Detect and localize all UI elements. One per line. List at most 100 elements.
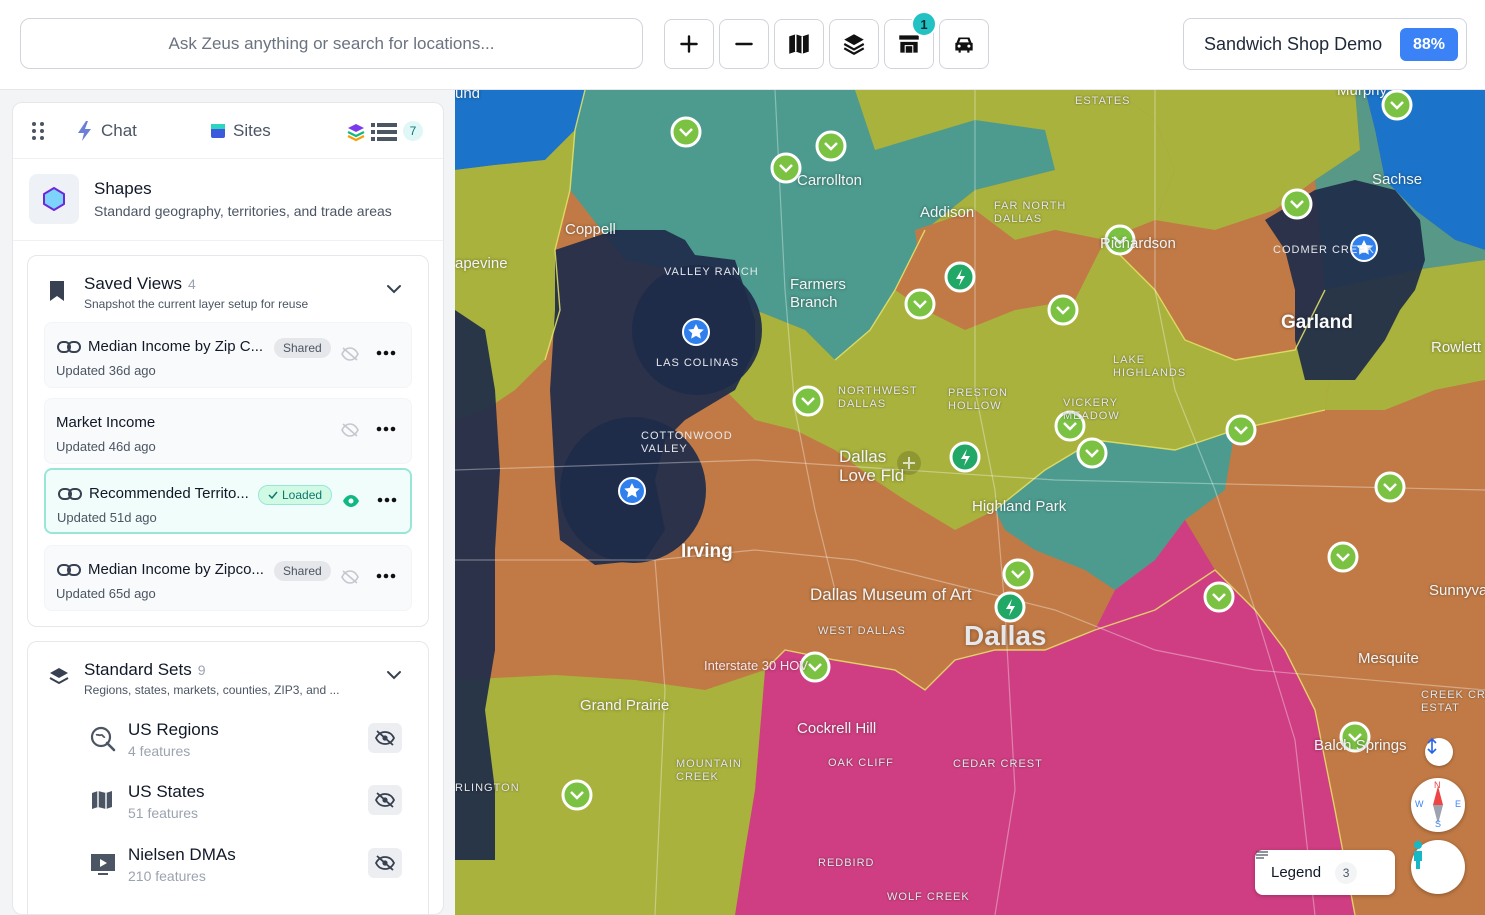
map-label: ESTATES [1075, 95, 1131, 107]
compass-button[interactable]: N S W E [1411, 778, 1465, 832]
stack-icon [49, 668, 69, 685]
list-icon[interactable] [371, 123, 397, 141]
map-label: und [455, 90, 481, 102]
map-canvas[interactable]: und ESTATES Murphy Carrollton Coppell Ad… [455, 90, 1485, 915]
compass-north: N [1434, 780, 1441, 790]
shapes-header: Shapes Standard geography, territories, … [13, 159, 443, 241]
visibility-toggle[interactable] [368, 723, 402, 753]
vertical-arrows-icon [1427, 738, 1437, 754]
eye-off-icon[interactable] [341, 570, 359, 584]
legend-label: Legend [1271, 864, 1322, 881]
saved-view-item[interactable]: Median Income by Zipco... Shared Updated… [44, 545, 412, 611]
saved-view-item[interactable]: Median Income by Zip C... Shared Updated… [44, 322, 412, 388]
map-label: VICKERY MEADOW [1063, 397, 1120, 422]
layers-icon [843, 34, 865, 55]
plus-icon [680, 35, 698, 53]
sites-icon [211, 124, 225, 138]
standard-set-count: 51 features [128, 805, 199, 821]
panel-card: Chat Sites 7 Shapes Standard geography, … [12, 102, 444, 915]
saved-view-title: Median Income by Zipco... [88, 561, 264, 578]
zoom-in-button[interactable] [664, 19, 714, 69]
standard-set-item[interactable]: US Regions 4 features [28, 714, 428, 764]
search-input[interactable] [20, 18, 643, 69]
colored-layers-icon[interactable] [346, 122, 366, 142]
standard-sets-count: 9 [197, 662, 206, 678]
tv-play-icon [91, 854, 115, 875]
pitch-reset-button[interactable] [1425, 738, 1453, 766]
stores-button[interactable]: 1 [884, 11, 937, 69]
map-label: PRESTON HOLLOW [948, 387, 1008, 412]
more-options-icon[interactable] [376, 573, 396, 579]
map-icon [92, 791, 112, 809]
eye-off-icon[interactable] [341, 423, 359, 437]
map-label: NORTHWEST DALLAS [838, 385, 918, 410]
project-name: Sandwich Shop Demo [1204, 33, 1383, 54]
saved-view-updated: Updated 46d ago [56, 439, 156, 454]
map-label: Dallas [964, 620, 1047, 651]
eye-off-icon [375, 730, 395, 746]
visibility-toggle[interactable] [368, 848, 402, 878]
map-label: MOUNTAIN CREEK [676, 758, 742, 783]
drive-time-button[interactable] [939, 19, 989, 69]
more-options-icon[interactable] [376, 350, 396, 356]
saved-views-section: Saved Views 4 Snapshot the current layer … [27, 255, 429, 627]
project-score-badge: 88% [1400, 28, 1458, 61]
map-label: apevine [455, 255, 508, 272]
compass-south: S [1435, 819, 1442, 829]
map-label: Grand Prairie [580, 697, 670, 714]
side-panel: Chat Sites 7 Shapes Standard geography, … [0, 90, 455, 915]
shapes-icon-box [29, 174, 79, 224]
chevron-down-icon[interactable] [386, 284, 402, 294]
tab-sites[interactable]: Sites [209, 119, 271, 143]
chevron-down-icon[interactable] [386, 670, 402, 680]
check-icon [268, 491, 278, 499]
visibility-toggle[interactable] [368, 785, 402, 815]
map-icon [789, 34, 809, 54]
map-label: Sunnyva [1429, 582, 1485, 599]
saved-view-updated: Updated 65d ago [56, 586, 156, 601]
eye-icon[interactable] [342, 494, 360, 508]
street-view-button[interactable] [1411, 840, 1465, 894]
more-options-icon[interactable] [376, 426, 396, 432]
map-label: FAR NORTH DALLAS [994, 200, 1067, 225]
tab-chat[interactable]: Chat [75, 119, 137, 143]
map-label: CODMER CREEK [1273, 244, 1375, 256]
zoom-out-button[interactable] [719, 19, 769, 69]
panel-tabs: Chat Sites 7 [13, 103, 443, 159]
tab-sites-label: Sites [233, 121, 271, 140]
basemap-button[interactable] [774, 19, 824, 69]
project-selector[interactable]: Sandwich Shop Demo 88% [1183, 18, 1467, 70]
standard-sets-section: Standard Sets 9 Regions, states, markets,… [27, 641, 429, 914]
trade-area-navy[interactable] [455, 310, 500, 860]
map-label: CREEK CRO ESTAT [1421, 689, 1485, 714]
top-bar: 1 Sandwich Shop Demo 88% [0, 0, 1485, 90]
map-label: OAK CLIFF [828, 757, 894, 769]
trade-area-navy[interactable] [632, 265, 762, 395]
saved-view-title: Median Income by Zip C... [88, 338, 264, 355]
saved-views-title: Saved Views 4 [84, 274, 196, 293]
map-label: Mesquite [1358, 650, 1419, 667]
legend-button[interactable]: Legend 3 [1255, 850, 1395, 895]
map-label: VALLEY RANCH [664, 266, 759, 278]
map-label: Carrollton [797, 172, 863, 189]
map-label: WOLF CREEK [887, 891, 970, 903]
saved-view-title: Market Income [56, 414, 156, 431]
saved-view-item[interactable]: Market Income Updated 46d ago [44, 398, 412, 464]
standard-set-item[interactable]: US States 51 features [28, 776, 428, 826]
map-label: REDBIRD [818, 857, 875, 869]
legend-count-badge: 3 [1335, 861, 1358, 884]
standard-set-item[interactable]: Nielsen DMAs 210 features [28, 839, 428, 889]
layers-button[interactable] [829, 19, 879, 69]
compass-east: E [1455, 799, 1462, 809]
eye-off-icon [375, 855, 395, 871]
map-label: CEDAR CREST [953, 758, 1043, 770]
drag-handle-icon[interactable] [31, 121, 45, 141]
saved-view-updated: Updated 51d ago [57, 510, 157, 525]
standard-set-count: 210 features [128, 868, 206, 884]
saved-view-item-active[interactable]: Recommended Territo... Loaded Updated 51… [44, 468, 412, 534]
eye-off-icon[interactable] [341, 347, 359, 361]
shared-badge: Shared [274, 561, 331, 581]
map-label: Cockrell Hill [797, 720, 877, 737]
map-label: Balch Springs [1314, 737, 1407, 754]
more-options-icon[interactable] [377, 497, 397, 503]
